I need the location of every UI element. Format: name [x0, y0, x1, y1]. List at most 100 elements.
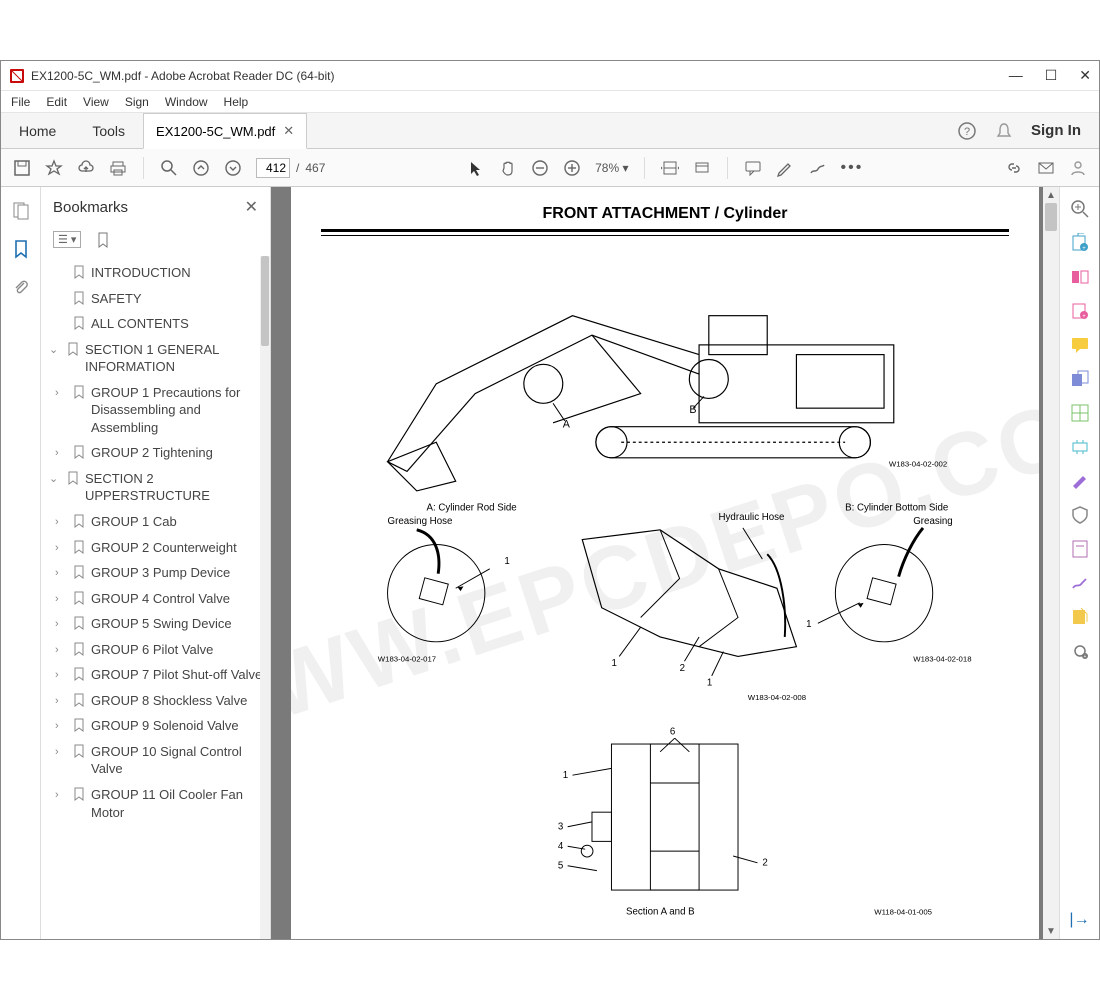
sign-icon[interactable]	[1070, 573, 1090, 593]
collapse-pane-icon[interactable]: |→	[1069, 911, 1089, 929]
more-tools-icon[interactable]: •••	[840, 159, 863, 177]
share-link-icon[interactable]	[1005, 159, 1023, 177]
zoom-search-icon[interactable]	[160, 159, 178, 177]
compress-icon[interactable]	[1070, 437, 1090, 457]
chevron-right-icon[interactable]: ›	[55, 694, 67, 709]
bm-sec2-g2[interactable]: GROUP 2 Counterweight	[91, 539, 237, 557]
bm-sec2-g9[interactable]: GROUP 9 Solenoid Valve	[91, 717, 239, 735]
bm-sec2-g7[interactable]: GROUP 7 Pilot Shut-off Valve	[91, 666, 262, 684]
tab-document[interactable]: EX1200-5C_WM.pdf ✕	[143, 113, 307, 149]
fill-sign-icon[interactable]	[1070, 539, 1090, 559]
chevron-right-icon[interactable]: ›	[55, 515, 67, 530]
bm-sec2-g5[interactable]: GROUP 5 Swing Device	[91, 615, 232, 633]
bm-sec2[interactable]: SECTION 2 UPPERSTRUCTURE	[85, 470, 266, 505]
chevron-right-icon[interactable]: ›	[55, 446, 67, 461]
document-scrollbar[interactable]: ▲ ▼	[1043, 187, 1059, 939]
combine-files-icon[interactable]	[1070, 369, 1090, 389]
menu-file[interactable]: File	[11, 95, 30, 109]
chevron-right-icon[interactable]: ›	[55, 617, 67, 632]
highlight-icon[interactable]	[776, 159, 794, 177]
svg-text:1: 1	[707, 678, 712, 689]
cloud-upload-icon[interactable]	[77, 159, 95, 177]
menu-sign[interactable]: Sign	[125, 95, 149, 109]
chevron-right-icon[interactable]: ›	[55, 788, 67, 803]
chevron-right-icon[interactable]: ›	[55, 643, 67, 658]
comment-icon[interactable]	[744, 159, 762, 177]
chevron-down-icon[interactable]: ⌄	[49, 343, 61, 358]
bookmarks-icon[interactable]	[11, 239, 31, 259]
bm-sec2-g1[interactable]: GROUP 1 Cab	[91, 513, 177, 531]
select-arrow-icon[interactable]	[467, 159, 485, 177]
save-icon[interactable]	[13, 159, 31, 177]
scroll-up-icon[interactable]: ▲	[1043, 187, 1059, 203]
bm-sec2-g10[interactable]: GROUP 10 Signal Control Valve	[91, 743, 266, 778]
hand-pan-icon[interactable]	[499, 159, 517, 177]
menu-view[interactable]: View	[83, 95, 109, 109]
chevron-right-icon[interactable]: ›	[55, 719, 67, 734]
bm-sec2-g3[interactable]: GROUP 3 Pump Device	[91, 564, 230, 582]
close-window-button[interactable]: ✕	[1079, 67, 1091, 84]
edit-pdf-icon[interactable]	[1070, 267, 1090, 287]
document-viewport[interactable]: WWW.EPCDEPO.COM FRONT ATTACHMENT / Cylin…	[271, 187, 1059, 939]
menu-window[interactable]: Window	[165, 95, 208, 109]
redact-icon[interactable]	[1070, 471, 1090, 491]
page-up-icon[interactable]	[192, 159, 210, 177]
bookmarks-options-icon[interactable]: ☰ ▾	[53, 231, 81, 248]
maximize-button[interactable]: ☐	[1045, 67, 1058, 84]
sign-pen-icon[interactable]	[808, 159, 826, 177]
organize-pages-icon[interactable]	[1070, 403, 1090, 423]
bm-intro[interactable]: INTRODUCTION	[91, 264, 191, 282]
menu-edit[interactable]: Edit	[46, 95, 67, 109]
chevron-right-icon[interactable]: ›	[55, 592, 67, 607]
bm-sec2-g8[interactable]: GROUP 8 Shockless Valve	[91, 692, 247, 710]
bookmarks-scrollbar[interactable]	[260, 256, 270, 939]
bm-sec1-g1[interactable]: GROUP 1 Precautions for Disassembling an…	[91, 384, 266, 437]
email-icon[interactable]	[1037, 159, 1055, 177]
bm-sec2-g11[interactable]: GROUP 11 Oil Cooler Fan Motor	[91, 786, 266, 821]
export-pdf-icon[interactable]: +	[1070, 233, 1090, 253]
chevron-right-icon[interactable]: ›	[55, 386, 67, 401]
bookmarks-close-icon[interactable]: ✕	[245, 197, 258, 217]
create-pdf-icon[interactable]: +	[1070, 301, 1090, 321]
fit-width-icon[interactable]	[661, 159, 679, 177]
chevron-right-icon[interactable]: ›	[55, 668, 67, 683]
comment-tool-icon[interactable]	[1070, 335, 1090, 355]
search-plus-icon[interactable]	[1070, 199, 1090, 219]
zoom-level[interactable]: 78% ▾	[595, 161, 628, 175]
chevron-down-icon[interactable]: ⌄	[49, 472, 61, 487]
more-tools-gear-icon[interactable]: +	[1070, 641, 1090, 661]
page-heading: FRONT ATTACHMENT / Cylinder	[291, 187, 1039, 229]
bm-sec1-g2[interactable]: GROUP 2 Tightening	[91, 444, 213, 462]
zoom-in-icon[interactable]	[563, 159, 581, 177]
tab-tools[interactable]: Tools	[74, 113, 143, 148]
chevron-right-icon[interactable]: ›	[55, 541, 67, 556]
page-display-icon[interactable]	[693, 159, 711, 177]
bell-icon[interactable]	[995, 122, 1013, 140]
thumbnails-icon[interactable]	[11, 201, 31, 221]
bm-safety[interactable]: SAFETY	[91, 290, 142, 308]
attachments-icon[interactable]	[11, 277, 31, 297]
print-icon[interactable]	[109, 159, 127, 177]
star-icon[interactable]	[45, 159, 63, 177]
find-bookmark-icon[interactable]	[95, 232, 111, 248]
minimize-button[interactable]: —	[1009, 67, 1023, 84]
zoom-out-icon[interactable]	[531, 159, 549, 177]
page-number-input[interactable]	[256, 158, 290, 178]
bm-sec2-g4[interactable]: GROUP 4 Control Valve	[91, 590, 230, 608]
page-down-icon[interactable]	[224, 159, 242, 177]
sign-in-button[interactable]: Sign In	[1031, 122, 1081, 139]
chevron-right-icon[interactable]: ›	[55, 566, 67, 581]
bm-sec2-g6[interactable]: GROUP 6 Pilot Valve	[91, 641, 213, 659]
chevron-right-icon[interactable]: ›	[55, 745, 67, 760]
scroll-down-icon[interactable]: ▼	[1043, 923, 1059, 939]
bm-allcontents[interactable]: ALL CONTENTS	[91, 315, 189, 333]
tab-home[interactable]: Home	[1, 113, 74, 148]
convert-icon[interactable]	[1070, 607, 1090, 627]
help-icon[interactable]: ?	[957, 121, 977, 141]
account-icon[interactable]	[1069, 159, 1087, 177]
bm-sec1[interactable]: SECTION 1 GENERAL INFORMATION	[85, 341, 266, 376]
tab-close-icon[interactable]: ✕	[283, 123, 294, 139]
protect-icon[interactable]	[1070, 505, 1090, 525]
menu-help[interactable]: Help	[224, 95, 249, 109]
bookmark-item-icon	[73, 445, 85, 459]
